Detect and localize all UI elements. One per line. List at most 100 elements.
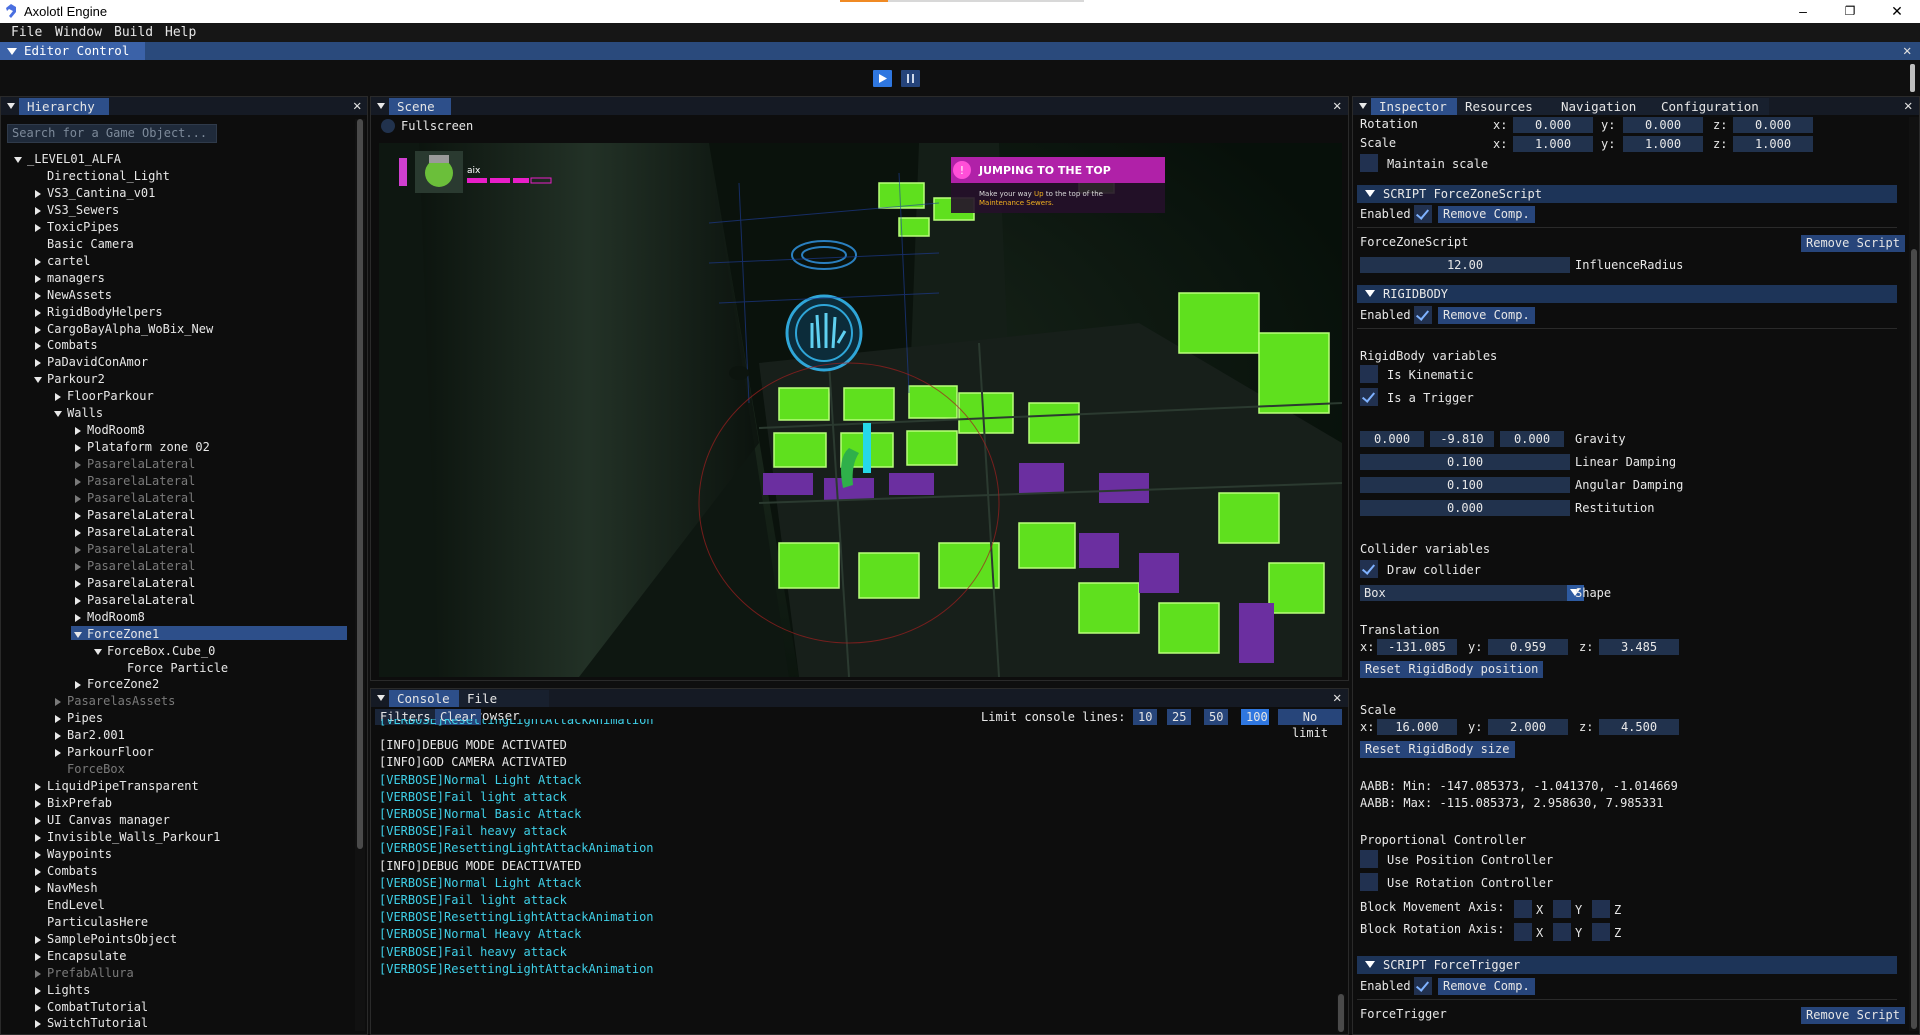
collapsed-arrow-icon[interactable]: [75, 478, 81, 487]
rotation-x-field[interactable]: 0.000: [1513, 117, 1593, 133]
rb-scale-x-field[interactable]: 16.000: [1377, 719, 1457, 735]
collapsed-arrow-icon[interactable]: [55, 698, 61, 707]
draw-collider-checkbox[interactable]: [1360, 560, 1378, 578]
hierarchy-item[interactable]: Directional_Light: [1, 169, 341, 184]
rb-scale-z-field[interactable]: 4.500: [1599, 719, 1679, 735]
rb-scale-y-field[interactable]: 2.000: [1488, 719, 1568, 735]
hierarchy-item[interactable]: ModRoom8: [1, 423, 341, 438]
tab-console[interactable]: Console: [389, 690, 459, 707]
hierarchy-item[interactable]: EndLevel: [1, 898, 341, 913]
use-rotation-controller-checkbox[interactable]: [1360, 873, 1378, 891]
hierarchy-item[interactable]: CombatTutorial: [1, 1000, 341, 1015]
hierarchy-item[interactable]: ForceBox: [1, 762, 341, 777]
is-kinematic-checkbox[interactable]: [1360, 365, 1378, 383]
hierarchy-item[interactable]: Pipes: [1, 711, 341, 726]
hierarchy-item[interactable]: PasarelaLateral: [1, 593, 341, 608]
rotation-z-field[interactable]: 0.000: [1733, 117, 1813, 133]
hierarchy-item[interactable]: PasarelaLateral: [1, 457, 341, 472]
tab-resources[interactable]: Resources: [1457, 98, 1553, 115]
collapsed-arrow-icon[interactable]: [75, 545, 81, 554]
collapsed-arrow-icon[interactable]: [35, 274, 41, 283]
collapsed-arrow-icon[interactable]: [35, 986, 41, 995]
hierarchy-item[interactable]: ForceZone2: [1, 677, 341, 692]
inspector-scrollbar[interactable]: [1909, 117, 1919, 1031]
collapsed-arrow-icon[interactable]: [35, 325, 41, 334]
reset-rigidbody-position-button[interactable]: Reset RigidBody position: [1360, 661, 1544, 678]
hierarchy-item[interactable]: ParticulasHere: [1, 915, 341, 930]
hierarchy-item[interactable]: CargoBayAlpha_WoBix_New: [1, 322, 341, 337]
hierarchy-item[interactable]: Invisible_Walls_Parkour1: [1, 830, 341, 845]
limit-25-button[interactable]: 25: [1167, 709, 1191, 725]
collapsed-arrow-icon[interactable]: [75, 613, 81, 622]
menu-window[interactable]: Window: [55, 25, 102, 40]
collapsed-arrow-icon[interactable]: [35, 189, 41, 198]
reset-rigidbody-size-button[interactable]: Reset RigidBody size: [1360, 741, 1515, 758]
scene-viewport[interactable]: aix ! JUMPING TO THE TOP Make your way U…: [379, 143, 1342, 677]
hierarchy-item[interactable]: Walls: [1, 406, 341, 421]
collapsed-arrow-icon[interactable]: [35, 291, 41, 300]
collapsed-arrow-icon[interactable]: [75, 444, 81, 453]
linear-damping-field[interactable]: 0.100: [1360, 454, 1570, 470]
scale-x-field[interactable]: 1.000: [1513, 136, 1593, 152]
collapse-arrow-icon[interactable]: [7, 48, 17, 55]
hierarchy-item[interactable]: RigidBodyHelpers: [1, 305, 341, 320]
tab-inspector[interactable]: Inspector: [1371, 98, 1457, 115]
panel-menu-icon[interactable]: [7, 103, 15, 109]
block-rotation-x-checkbox[interactable]: [1514, 923, 1532, 941]
remove-script-button[interactable]: Remove Script: [1801, 235, 1905, 252]
expanded-arrow-icon[interactable]: [74, 631, 82, 638]
menu-help[interactable]: Help: [165, 25, 196, 40]
tab-file-browser[interactable]: File Browser: [459, 690, 549, 723]
hierarchy-item[interactable]: ForceBox.Cube_0: [1, 644, 341, 659]
panel-menu-icon[interactable]: [377, 695, 385, 701]
fullscreen-toggle[interactable]: [381, 119, 395, 133]
editor-control-tab[interactable]: Editor Control: [0, 42, 145, 60]
block-movement-y-checkbox[interactable]: [1553, 900, 1571, 918]
tab-configuration[interactable]: Configuration: [1653, 98, 1769, 115]
hierarchy-scroll-thumb[interactable]: [357, 119, 363, 849]
hierarchy-item[interactable]: VS3_Sewers: [1, 203, 341, 218]
expanded-arrow-icon[interactable]: [54, 411, 62, 418]
remove-comp-button[interactable]: Remove Comp.: [1438, 978, 1535, 995]
hierarchy-item[interactable]: PasarelaLateral: [1, 525, 341, 540]
translation-z-field[interactable]: 3.485: [1599, 639, 1679, 655]
panel-menu-icon[interactable]: [377, 103, 385, 109]
hierarchy-item[interactable]: PasarelaLateral: [1, 576, 341, 591]
hierarchy-item[interactable]: Lights: [1, 983, 341, 998]
collapsed-arrow-icon[interactable]: [35, 935, 41, 944]
hierarchy-item[interactable]: FloorParkour: [1, 389, 341, 404]
collapsed-arrow-icon[interactable]: [75, 511, 81, 520]
script-forcetrigger-header[interactable]: SCRIPT ForceTrigger: [1357, 956, 1897, 974]
hierarchy-item[interactable]: cartel: [1, 254, 341, 269]
close-inspector-icon[interactable]: ✕: [1904, 99, 1912, 113]
script-forcezone-enabled-checkbox[interactable]: [1414, 205, 1432, 223]
hierarchy-item[interactable]: ForceZone1: [1, 627, 341, 642]
editor-control-scrollbar[interactable]: [1910, 64, 1915, 92]
menu-build[interactable]: Build: [114, 25, 153, 40]
collapsed-arrow-icon[interactable]: [35, 800, 41, 809]
tab-scene[interactable]: Scene: [389, 98, 451, 115]
hierarchy-item[interactable]: NewAssets: [1, 288, 341, 303]
hierarchy-item[interactable]: PasarelaLateral: [1, 491, 341, 506]
hierarchy-item[interactable]: Force Particle: [1, 661, 341, 676]
collapsed-arrow-icon[interactable]: [35, 783, 41, 792]
hierarchy-item[interactable]: PasarelaLateral: [1, 474, 341, 489]
hierarchy-item[interactable]: Parkour2: [1, 372, 341, 387]
expanded-arrow-icon[interactable]: [14, 157, 22, 163]
collapsed-arrow-icon[interactable]: [75, 528, 81, 537]
collapsed-arrow-icon[interactable]: [35, 867, 41, 876]
translation-y-field[interactable]: 0.959: [1488, 639, 1568, 655]
close-editor-control-icon[interactable]: ✕: [1903, 44, 1911, 58]
collapsed-arrow-icon[interactable]: [55, 715, 61, 724]
limit-none-button[interactable]: No limit: [1278, 709, 1342, 740]
hierarchy-item[interactable]: Combats: [1, 338, 341, 353]
hierarchy-item[interactable]: VS3_Cantina_v01: [1, 186, 341, 201]
remove-script-button[interactable]: Remove Script: [1801, 1007, 1905, 1024]
limit-100-button[interactable]: 100: [1241, 709, 1269, 725]
console-scroll-thumb[interactable]: [1338, 994, 1344, 1032]
collapsed-arrow-icon[interactable]: [75, 579, 81, 588]
restitution-field[interactable]: 0.000: [1360, 500, 1570, 516]
collapsed-arrow-icon[interactable]: [35, 257, 41, 266]
script-forcetrigger-enabled-checkbox[interactable]: [1414, 977, 1432, 995]
hierarchy-item[interactable]: ToxicPipes: [1, 220, 341, 235]
